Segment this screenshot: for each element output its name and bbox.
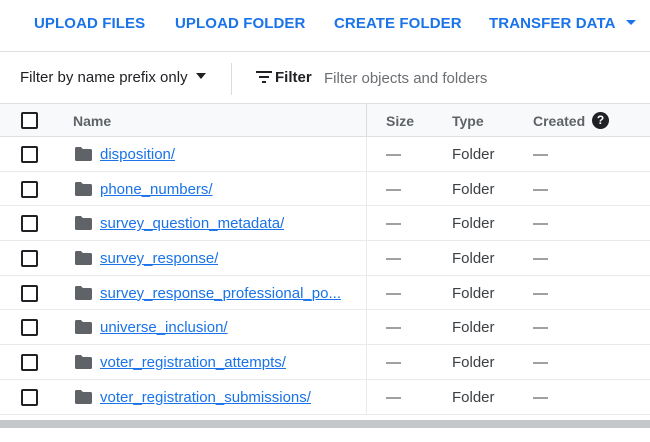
row-checkbox[interactable] (21, 180, 38, 198)
size-cell: — (386, 215, 401, 233)
filter-divider (231, 63, 232, 95)
upload-files-button[interactable]: UPLOAD FILES (34, 15, 145, 32)
table-body: disposition/ — Folder — phone_numbers/ — Folde… (0, 137, 650, 415)
row-checkbox[interactable] (21, 215, 38, 233)
size-cell: — (386, 354, 401, 372)
column-header-name[interactable]: Name (73, 113, 111, 129)
folder-name-link[interactable]: survey_question_metadata/ (100, 215, 284, 232)
folder-name-link[interactable]: survey_response/ (100, 250, 218, 267)
table-row[interactable]: voter_registration_submissions/ — Folder — (0, 379, 650, 415)
folder-icon (75, 216, 92, 231)
size-cell: — (386, 284, 401, 302)
filter-input[interactable] (324, 67, 634, 89)
transfer-data-label: TRANSFER DATA (489, 15, 616, 32)
column-header-type[interactable]: Type (452, 113, 484, 129)
created-cell: — (533, 180, 548, 198)
folder-icon (75, 320, 92, 335)
created-cell: — (533, 146, 548, 163)
row-checkbox[interactable] (21, 319, 38, 337)
action-toolbar: UPLOAD FILES UPLOAD FOLDER CREATE FOLDER… (0, 0, 650, 52)
type-cell: Folder (452, 388, 495, 406)
created-cell: — (533, 388, 548, 406)
type-cell: Folder (452, 146, 495, 163)
column-divider (366, 379, 367, 414)
column-divider (366, 137, 367, 171)
upload-folder-button[interactable]: UPLOAD FOLDER (175, 15, 305, 32)
type-cell: Folder (452, 284, 495, 302)
table-row[interactable]: survey_response/ — Folder — (0, 241, 650, 276)
help-circle-icon[interactable]: ? (592, 112, 609, 129)
row-checkbox[interactable] (21, 284, 38, 302)
created-cell: — (533, 354, 548, 372)
created-cell: — (533, 284, 548, 302)
filter-mode-select[interactable]: Filter by name prefix only (20, 69, 206, 86)
size-cell: — (386, 319, 401, 337)
folder-name-link[interactable]: survey_response_professional_po... (100, 285, 341, 302)
folder-name-link[interactable]: disposition/ (100, 146, 175, 163)
transfer-data-button[interactable]: TRANSFER DATA (489, 15, 636, 32)
select-all-checkbox[interactable] (21, 112, 38, 129)
type-cell: Folder (452, 250, 495, 268)
column-header-size[interactable]: Size (386, 113, 414, 129)
filter-mode-label: Filter by name prefix only (20, 69, 188, 86)
table-header: Name Size Type Created ? (0, 103, 650, 137)
row-checkbox[interactable] (21, 354, 38, 372)
type-cell: Folder (452, 319, 495, 337)
type-cell: Folder (452, 215, 495, 233)
size-cell: — (386, 180, 401, 198)
size-cell: — (386, 146, 401, 163)
column-divider (366, 310, 367, 345)
folder-name-link[interactable]: phone_numbers/ (100, 181, 213, 198)
caret-down-icon (195, 73, 206, 80)
row-checkbox[interactable] (21, 146, 38, 163)
table-row[interactable]: voter_registration_attempts/ — Folder — (0, 345, 650, 380)
folder-icon (75, 285, 92, 300)
table-row[interactable]: survey_response_professional_po... — Folde… (0, 275, 650, 311)
column-divider (366, 345, 367, 379)
folder-icon (75, 355, 92, 370)
type-cell: Folder (452, 354, 495, 372)
created-cell: — (533, 215, 548, 233)
column-divider (366, 275, 367, 310)
scrollbar-thumb[interactable] (0, 420, 650, 428)
table-row[interactable]: survey_question_metadata/ — Folder — (0, 206, 650, 242)
objects-table: Name Size Type Created ? disposition/ — Fo… (0, 103, 650, 415)
row-checkbox[interactable] (21, 388, 38, 406)
column-header-created[interactable]: Created (533, 113, 585, 129)
table-row[interactable]: disposition/ — Folder — (0, 137, 650, 172)
column-divider (366, 241, 367, 275)
table-row[interactable]: universe_inclusion/ — Folder — (0, 310, 650, 346)
folder-icon (75, 251, 92, 266)
row-checkbox[interactable] (21, 250, 38, 268)
filter-lines-icon (256, 71, 272, 84)
filter-bar: Filter by name prefix only Filter (0, 53, 650, 103)
type-cell: Folder (452, 180, 495, 198)
folder-icon (75, 389, 92, 404)
column-divider[interactable] (366, 104, 367, 136)
filter-button[interactable]: Filter (256, 69, 312, 86)
folder-name-link[interactable]: voter_registration_submissions/ (100, 389, 311, 406)
size-cell: — (386, 388, 401, 406)
created-cell: — (533, 250, 548, 268)
create-folder-button[interactable]: CREATE FOLDER (334, 15, 462, 32)
size-cell: — (386, 250, 401, 268)
horizontal-scrollbar[interactable] (0, 420, 650, 428)
folder-icon (75, 181, 92, 196)
folder-name-link[interactable]: voter_registration_attempts/ (100, 354, 286, 371)
filter-label: Filter (275, 69, 312, 86)
folder-icon (75, 147, 92, 161)
folder-name-link[interactable]: universe_inclusion/ (100, 319, 228, 336)
created-cell: — (533, 319, 548, 337)
column-divider (366, 206, 367, 241)
table-row[interactable]: phone_numbers/ — Folder — (0, 171, 650, 207)
column-divider (366, 171, 367, 206)
caret-down-icon (625, 19, 636, 25)
